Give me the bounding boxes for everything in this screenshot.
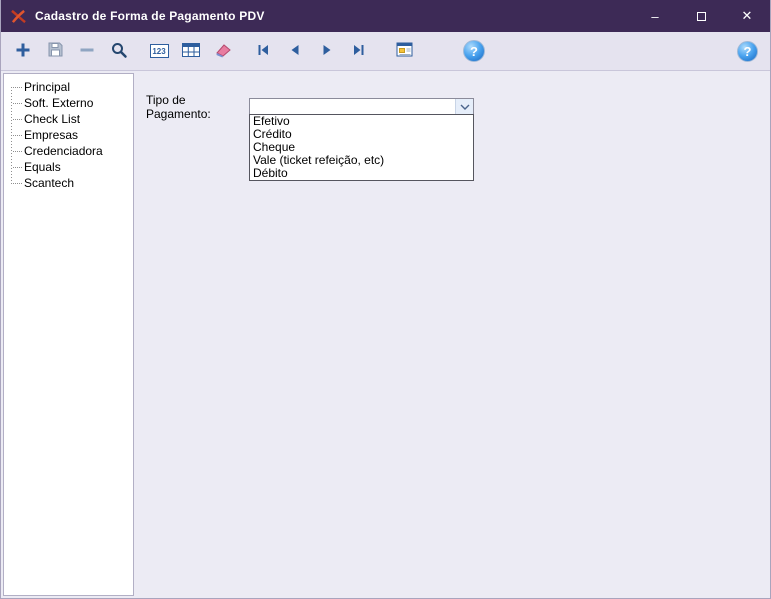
sidebar-item-check-list[interactable]: Check List [6,111,131,127]
window-controls: – ✕ [632,0,770,32]
sidebar-item-soft-externo[interactable]: Soft. Externo [6,95,131,111]
last-record-button[interactable] [345,37,373,65]
maximize-icon [696,11,706,21]
help-icon[interactable]: ? [737,40,758,62]
payment-type-dropdown: Efetivo Crédito Cheque Vale (ticket refe… [249,114,474,181]
table-button[interactable] [177,37,205,65]
search-button[interactable] [105,37,133,65]
dropdown-option-credito[interactable]: Crédito [250,128,473,141]
payment-type-label: Tipo de Pagamento: [146,93,211,121]
report-button[interactable] [391,37,419,65]
search-icon [110,41,128,62]
minus-icon [79,42,95,61]
next-record-button[interactable] [313,37,341,65]
sidebar-item-scantech[interactable]: Scantech [6,175,131,191]
sidebar-item-credenciadora[interactable]: Credenciadora [6,143,131,159]
main-panel: Tipo de Pagamento: Efetivo Crédito Chequ… [134,73,768,596]
previous-record-button[interactable] [281,37,309,65]
sidebar-item-principal[interactable]: Principal [6,79,131,95]
dropdown-option-debito[interactable]: Débito [250,167,473,180]
maximize-button[interactable] [678,0,724,32]
app-body: Principal Soft. Externo Check List Empre… [1,71,770,598]
titlebar: Cadastro de Forma de Pagamento PDV – ✕ [1,0,770,32]
delete-button[interactable] [73,37,101,65]
dropdown-option-efetivo[interactable]: Efetivo [250,115,473,128]
erase-button[interactable] [209,37,237,65]
help-button[interactable]: ? [463,40,485,62]
table-icon [182,42,200,60]
app-icon [11,8,27,24]
save-icon [47,41,64,61]
nav-first-icon [255,42,271,61]
nav-prev-icon [287,42,303,61]
plus-icon [15,42,31,61]
counter-icon: 123 [149,44,169,58]
minimize-button[interactable]: – [632,0,678,32]
add-button[interactable] [9,37,37,65]
app-window: Cadastro de Forma de Pagamento PDV – ✕ 1… [0,0,771,599]
window-title: Cadastro de Forma de Pagamento PDV [35,9,265,23]
chevron-down-icon[interactable] [455,98,473,116]
nav-next-icon [319,42,335,61]
sidebar-item-equals[interactable]: Equals [6,159,131,175]
first-record-button[interactable] [249,37,277,65]
close-button[interactable]: ✕ [724,0,770,32]
sidebar-item-empresas[interactable]: Empresas [6,127,131,143]
combobox-value [250,99,455,116]
eraser-icon [214,42,232,61]
dropdown-option-vale[interactable]: Vale (ticket refeição, etc) [250,154,473,167]
sidebar-nav: Principal Soft. Externo Check List Empre… [3,73,134,596]
dropdown-option-cheque[interactable]: Cheque [250,141,473,154]
nav-last-icon [351,42,367,61]
save-button[interactable] [41,37,69,65]
counter-button[interactable]: 123 [145,37,173,65]
toolbar: 123 ? ? [1,32,770,71]
report-icon [396,42,414,61]
